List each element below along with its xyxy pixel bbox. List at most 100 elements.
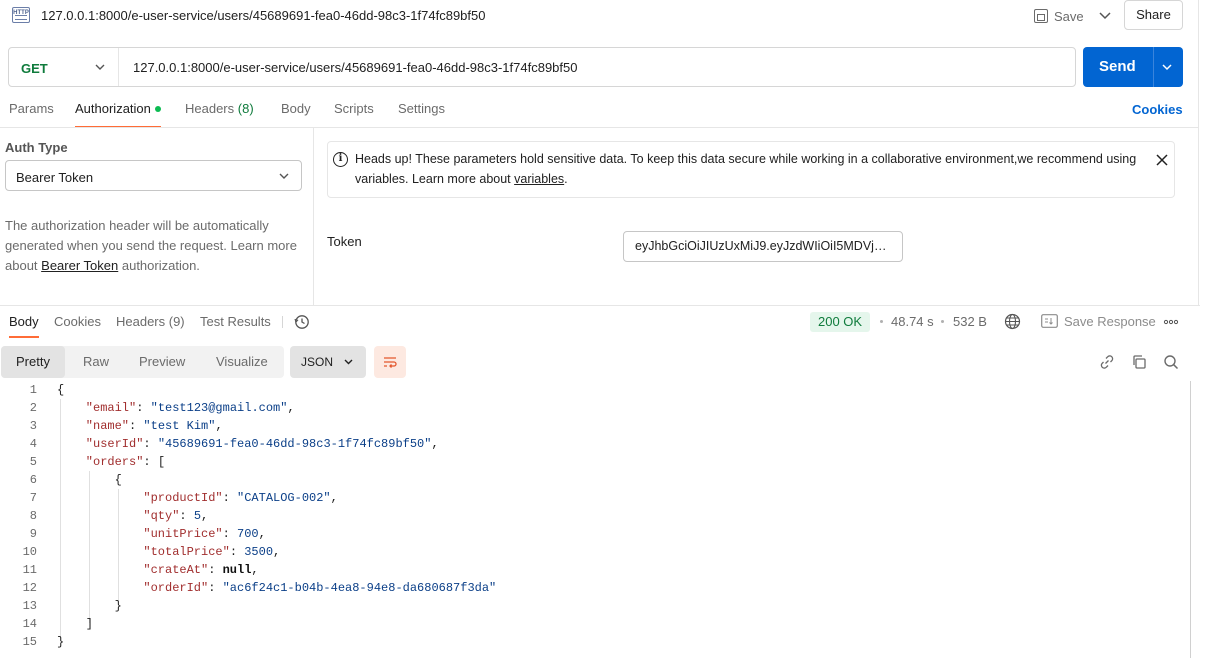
chevron-down-icon (95, 64, 105, 70)
token-input[interactable]: eyJhbGciOiJIUzUxMiJ9.eyJzdWIiOiI5MDVjMmY (623, 231, 903, 262)
active-dot-icon (154, 105, 161, 112)
save-chevron-down-icon[interactable] (1097, 5, 1113, 25)
line-number: 2 (29, 401, 37, 415)
line-number: 1 (29, 383, 37, 397)
line-number: 11 (22, 563, 37, 577)
line-number: 10 (22, 545, 37, 559)
chevron-down-icon (344, 359, 353, 365)
save-icon (1034, 9, 1048, 23)
view-mode-group: Pretty Raw Preview Visualize (1, 346, 284, 378)
view-raw[interactable]: Raw (83, 346, 109, 378)
history-icon[interactable] (294, 314, 310, 330)
response-body-code[interactable]: 1 {2 "email": "test123@gmail.com", 3 "name":… (0, 381, 1192, 658)
status-badge[interactable]: 200 OK (810, 312, 871, 332)
code-text: "totalPrice": 3500, (143, 545, 281, 559)
code-text: { (57, 383, 65, 397)
auth-desc-text-end: authorization. (118, 258, 200, 273)
scrollbar[interactable] (1190, 381, 1191, 658)
line-number: 7 (29, 491, 37, 505)
line-number: 4 (29, 437, 37, 451)
auth-type-value: Bearer Token (16, 170, 94, 185)
auth-description: The authorization header will be automat… (5, 216, 305, 276)
format-select[interactable]: JSON (290, 346, 366, 378)
code-text: } (114, 599, 122, 613)
response-tab-headers[interactable]: Headers (9) (116, 314, 185, 338)
alert-message: Heads up! These parameters hold sensitiv… (355, 152, 1137, 186)
search-icon[interactable] (1163, 354, 1179, 370)
code-text: "orderId": "ac6f24c1-b04b-4ea8-94e8-da68… (143, 581, 497, 595)
separator-dot (880, 320, 883, 323)
tab-settings[interactable]: Settings (398, 101, 445, 128)
tab-scripts[interactable]: Scripts (334, 101, 374, 128)
view-pretty[interactable]: Pretty (1, 346, 65, 378)
send-label: Send (1099, 58, 1136, 75)
request-title[interactable]: 127.0.0.1:8000/e-user-service/users/4568… (41, 8, 485, 23)
chevron-down-icon (279, 173, 289, 179)
code-text: "productId": "CATALOG-002", (143, 491, 338, 505)
divider (0, 305, 1200, 306)
tab-headers[interactable]: Headers (8) (185, 101, 254, 128)
line-number: 6 (29, 473, 37, 487)
code-text: "crateAt": null, (143, 563, 259, 577)
url-input[interactable]: 127.0.0.1:8000/e-user-service/users/4568… (133, 60, 577, 75)
send-button[interactable]: Send (1083, 47, 1183, 87)
code-text: "qty": 5, (143, 509, 209, 523)
http-icon-text: HTTP (13, 10, 29, 16)
url-bar: GET 127.0.0.1:8000/e-user-service/users/… (8, 47, 1076, 87)
bearer-token-link[interactable]: Bearer Token (41, 258, 118, 273)
code-text: } (57, 635, 65, 649)
cookies-link[interactable]: Cookies (1132, 102, 1183, 117)
more-options-icon[interactable] (1163, 317, 1179, 327)
line-number: 5 (29, 455, 37, 469)
view-visualize[interactable]: Visualize (216, 346, 268, 378)
save-response-icon (1041, 314, 1058, 328)
alert-end: . (564, 172, 568, 186)
code-text: "userId": "45689691-fea0-46dd-98c3-1f74f… (85, 437, 439, 451)
globe-icon[interactable] (1004, 313, 1021, 330)
line-number: 3 (29, 419, 37, 433)
response-tab-cookies[interactable]: Cookies (54, 314, 101, 338)
tab-body[interactable]: Body (281, 101, 311, 128)
save-button[interactable]: Save (1034, 6, 1084, 26)
tab-authorization[interactable]: Authorization (75, 101, 161, 128)
send-chevron-down-icon[interactable] (1160, 60, 1174, 74)
wrap-lines-button[interactable] (374, 346, 406, 378)
response-time[interactable]: 48.74 s (891, 314, 934, 329)
send-divider (1153, 47, 1154, 87)
http-request-icon: HTTP (12, 7, 30, 23)
sensitive-data-alert: i Heads up! These parameters hold sensit… (327, 141, 1175, 198)
link-icon[interactable] (1099, 354, 1115, 370)
method-label: GET (21, 61, 48, 76)
method-select[interactable]: GET (9, 48, 119, 86)
format-label: JSON (301, 355, 334, 369)
variables-link[interactable]: variables (514, 172, 564, 186)
divider (282, 316, 283, 328)
share-button[interactable]: Share (1124, 0, 1183, 30)
indent-guide (118, 489, 119, 605)
copy-icon[interactable] (1131, 354, 1147, 370)
auth-type-panel: Auth Type Bearer Token The authorization… (0, 128, 314, 305)
response-tab-test-results[interactable]: Test Results (200, 314, 271, 338)
tab-authorization-label: Authorization (75, 101, 151, 116)
code-text: "name": "test Kim", (85, 419, 223, 433)
tab-headers-count: (8) (237, 101, 254, 116)
save-response-button[interactable]: Save Response (1064, 314, 1156, 329)
line-number: 12 (22, 581, 37, 595)
request-tabs: Params Authorization Headers (8) Body Sc… (0, 101, 1200, 128)
code-text: "unitPrice": 700, (143, 527, 266, 541)
line-number: 8 (29, 509, 37, 523)
auth-type-select[interactable]: Bearer Token (5, 160, 302, 191)
close-icon[interactable] (1155, 153, 1169, 167)
response-size[interactable]: 532 B (953, 314, 987, 329)
tab-params[interactable]: Params (9, 101, 54, 128)
code-text: ] (85, 617, 93, 631)
response-tab-body[interactable]: Body (9, 314, 39, 338)
view-preview[interactable]: Preview (139, 346, 185, 378)
title-bar: HTTP 127.0.0.1:8000/e-user-service/users… (0, 0, 1200, 32)
indent-guide (60, 399, 61, 641)
line-number: 15 (22, 635, 37, 649)
code-text: "orders": [ (85, 455, 166, 469)
code-text: { (114, 473, 122, 487)
line-number: 13 (22, 599, 37, 613)
line-number: 14 (22, 617, 37, 631)
